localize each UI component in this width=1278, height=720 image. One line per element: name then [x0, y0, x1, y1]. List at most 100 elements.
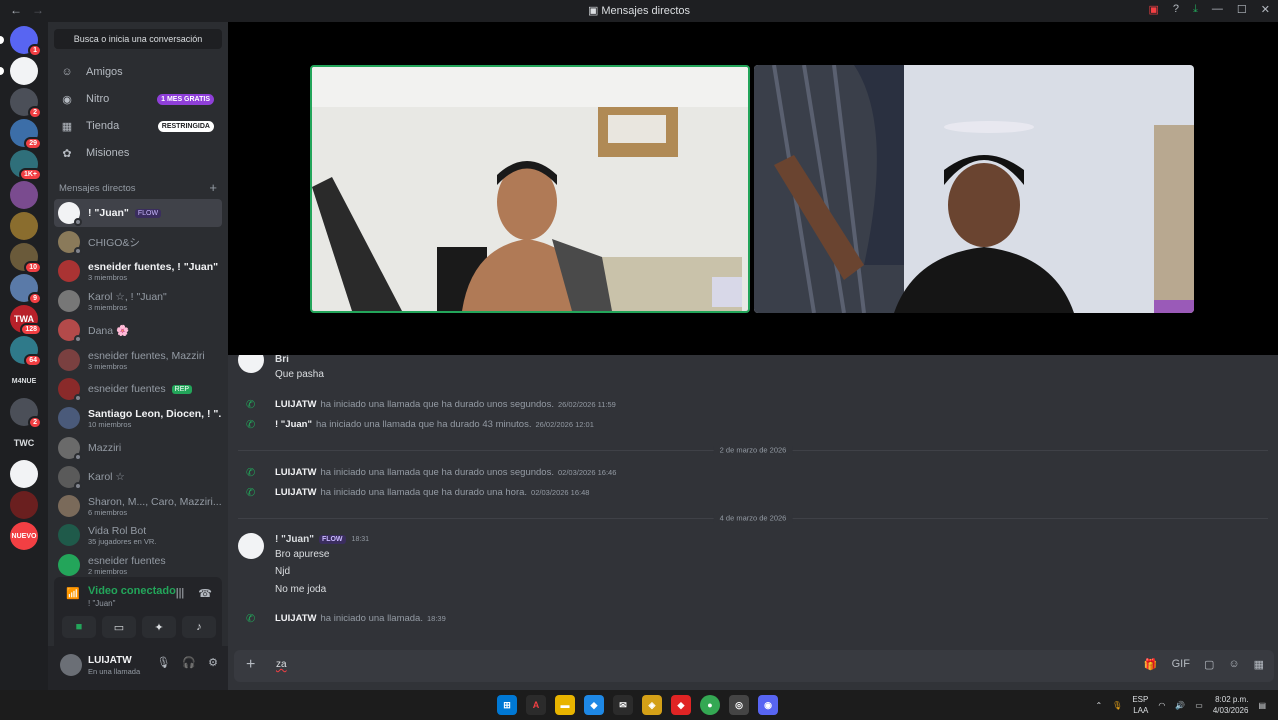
maximize-button[interactable]: ☐ [1237, 3, 1247, 16]
dm-item[interactable]: Karol ☆, ! "Juan" 3 miembros [54, 287, 222, 315]
discord-icon[interactable]: ◉ [758, 695, 778, 715]
user-avatar[interactable] [60, 654, 82, 676]
nav-shop[interactable]: ▦ Tienda RESTRINGIDA [54, 114, 222, 138]
download-icon[interactable]: ⤓ [1193, 3, 1198, 16]
share-screen-button[interactable]: ▭ [102, 616, 136, 638]
notification-icon[interactable]: ▤ [1258, 701, 1266, 710]
user-status: En una llamada [88, 667, 141, 676]
server-icon[interactable]: 2 [10, 88, 42, 119]
nav-friends[interactable]: ☺ Amigos [54, 60, 222, 84]
app-icon[interactable]: A [526, 695, 546, 715]
start-icon[interactable]: ⊞ [497, 695, 517, 715]
avatar[interactable] [238, 533, 264, 559]
dm-item[interactable]: Vida Rol Bot 35 jugadores en VR. [54, 521, 222, 549]
chevron-up-icon[interactable]: ⌃ [1095, 701, 1102, 710]
message-input[interactable]: za [276, 659, 287, 670]
dm-item[interactable]: Sharon, M..., Caro, Mazziri... 6 miembros [54, 492, 222, 520]
apps-icon[interactable]: ▦ [1254, 658, 1264, 671]
server-icon[interactable] [10, 57, 38, 85]
camera-button[interactable]: ■ [62, 616, 96, 638]
camera-icon: ■ [75, 621, 83, 633]
close-button[interactable]: ✕ [1261, 3, 1270, 16]
server-icon[interactable] [10, 491, 38, 519]
help-icon[interactable]: ? [1173, 3, 1179, 16]
dm-item[interactable]: Santiago Leon, Diocen, ! "... 10 miembros [54, 404, 222, 432]
connection-signal-icon[interactable]: 📶 [66, 587, 80, 600]
server-icon[interactable]: 10 [10, 243, 42, 274]
dm-subtitle: 2 miembros [88, 566, 128, 576]
app-icon[interactable]: ◆ [584, 695, 604, 715]
nav-nitro[interactable]: ◉ Nitro 1 MES GRATIS [54, 87, 222, 111]
minimize-button[interactable]: — [1212, 3, 1223, 16]
dm-name: Karol ☆ [88, 471, 125, 483]
dm-name: esneider fuentes [88, 554, 166, 567]
dm-name: Karol ☆, ! "Juan" [88, 290, 167, 303]
gift-icon[interactable]: 🎁 [1144, 658, 1158, 671]
server-icon[interactable]: NUEVO [10, 522, 38, 550]
server-icon[interactable]: 9 [10, 274, 42, 305]
app-icon[interactable]: ◎ [729, 695, 749, 715]
status-indicator [74, 218, 82, 226]
microphone-icon[interactable]: 🎙 [156, 656, 170, 669]
unread-indicator [0, 67, 4, 75]
dm-item[interactable]: ! "Juan" FLOW [54, 199, 222, 227]
battery-icon[interactable]: ▭ [1195, 701, 1203, 710]
video-tile-participant-2[interactable] [754, 65, 1194, 313]
call-user[interactable]: LUIJATW [275, 467, 317, 478]
disconnect-icon[interactable]: ☎ [198, 587, 212, 600]
server-icon[interactable] [10, 212, 38, 240]
microphone-icon[interactable]: 🎙 [1112, 701, 1122, 710]
screen-share-icon[interactable]: ▣ [1149, 3, 1159, 16]
server-icon[interactable]: 64 [10, 336, 42, 367]
settings-gear-icon[interactable]: ⚙ [208, 656, 218, 669]
server-icon[interactable]: TWA 128 [10, 305, 42, 336]
language-indicator[interactable]: ESP LAA [1132, 694, 1148, 716]
server-icon[interactable]: 1K+ [10, 150, 42, 181]
emoji-icon[interactable]: ☺ [1228, 658, 1239, 671]
chrome-icon[interactable]: ● [700, 695, 720, 715]
server-icon[interactable]: 2 [10, 398, 42, 429]
add-attachment-icon[interactable]: + [246, 656, 255, 674]
sticker-icon[interactable]: ▢ [1204, 658, 1214, 671]
gif-icon[interactable]: GIF [1172, 658, 1190, 671]
app-icon[interactable]: ✉ [613, 695, 633, 715]
file-explorer-icon[interactable]: ▬ [555, 695, 575, 715]
avatar[interactable] [238, 355, 264, 373]
dm-item[interactable]: CHIGO&シ [54, 228, 222, 256]
app-icon[interactable]: ◆ [671, 695, 691, 715]
volume-icon[interactable]: 🔊 [1175, 701, 1185, 710]
shield-icon[interactable]: ◈ [642, 695, 662, 715]
dm-item[interactable]: Dana 🌸 [54, 316, 222, 344]
message-author[interactable]: ! "Juan" [275, 534, 314, 545]
wifi-icon[interactable]: ◠ [1158, 701, 1165, 710]
message-composer[interactable]: + za 🎁 GIF ▢ ☺ ▦ [234, 650, 1274, 682]
clock[interactable]: 8:02 p.m. 4/03/2026 [1213, 694, 1249, 716]
direct-messages-home-button[interactable]: 1 [10, 26, 42, 57]
video-tile-participant-1[interactable] [310, 65, 750, 313]
dm-item[interactable]: Karol ☆ [54, 463, 222, 491]
create-dm-icon[interactable]: + [209, 180, 217, 195]
activities-button[interactable]: ✦ [142, 616, 176, 638]
server-icon[interactable] [10, 181, 38, 209]
headphones-icon[interactable]: 🎧 [182, 656, 196, 669]
dm-item[interactable]: esneider fuentes, Mazziri 3 miembros [54, 346, 222, 374]
noise-suppression-icon[interactable]: ||| [176, 587, 185, 600]
server-icon[interactable]: TWC [10, 429, 38, 457]
nav-quests[interactable]: ✿ Misiones [54, 141, 222, 165]
call-user[interactable]: ! "Juan" [275, 419, 312, 430]
window-title: ▣ Mensajes directos [587, 5, 691, 17]
call-user[interactable]: LUIJATW [275, 399, 317, 410]
message-author[interactable]: Bri [275, 355, 289, 365]
call-user[interactable]: LUIJATW [275, 487, 317, 498]
voice-channel[interactable]: ! "Juan" [88, 599, 115, 608]
soundboard-button[interactable]: ♪ [182, 616, 216, 638]
mention-badge: 128 [20, 323, 42, 336]
server-icon[interactable]: M4NUE [10, 367, 38, 395]
server-icon[interactable] [10, 460, 38, 488]
search-conversation-button[interactable]: Busca o inicia una conversación [54, 29, 222, 49]
dm-item[interactable]: esneider fuentes REP [54, 375, 222, 403]
server-icon[interactable]: 29 [10, 119, 42, 150]
dm-item[interactable]: esneider fuentes 2 miembros [54, 551, 222, 579]
dm-item[interactable]: Mazziri [54, 434, 222, 462]
dm-item[interactable]: esneider fuentes, ! "Juan" 3 miembros [54, 257, 222, 285]
